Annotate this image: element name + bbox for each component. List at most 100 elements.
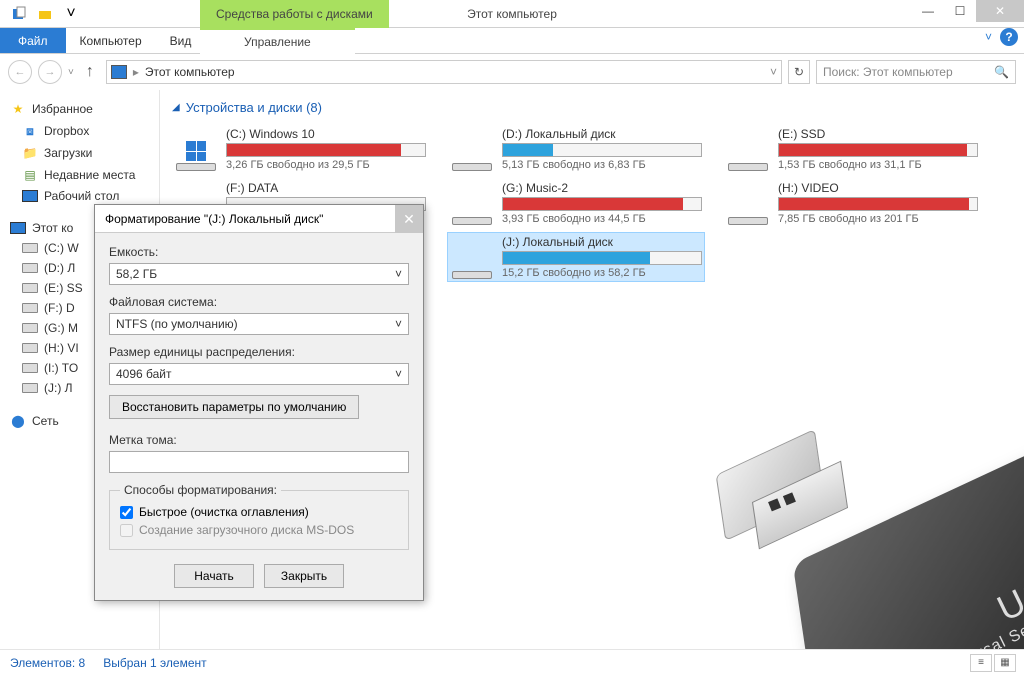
sidebar-recent[interactable]: ▤Недавние места [0,164,159,186]
drive-tile[interactable]: (H:) VIDEO 7,85 ГБ свободно из 201 ГБ [724,179,980,227]
drive-icon [726,181,770,225]
usb-illustration: USB Universal Serial Bus [610,410,1024,650]
qat-dropdown-icon[interactable]: ˅ [60,3,82,25]
window-title: Этот компьютер [467,7,557,21]
address-bar: ← → ˅ ↑ ▸ Этот компьютер ˅ ↻ Поиск: Этот… [0,54,1024,90]
sidebar-dropbox[interactable]: ⧈Dropbox [0,120,159,142]
drive-icon [450,181,494,225]
filesystem-select[interactable]: NTFS (по умолчанию)˅ [109,313,409,335]
tab-manage[interactable]: Управление [200,28,355,54]
drive-name: (G:) Music-2 [502,181,702,195]
address-location: Этот компьютер [145,65,235,79]
allocation-label: Размер единицы распределения: [109,345,409,359]
drive-icon [450,127,494,171]
details-view-button[interactable]: ≡ [970,654,992,672]
start-button[interactable]: Начать [174,564,254,588]
filesystem-label: Файловая система: [109,295,409,309]
title-bar: ˅ Средства работы с дисками Этот компьют… [0,0,1024,28]
dialog-title: Форматирование "(J:) Локальный диск" [105,212,323,226]
sidebar-favorites[interactable]: ★Избранное [0,98,159,120]
up-button[interactable]: ↑ [80,62,100,82]
drive-space-bar [502,197,702,211]
help-icon[interactable]: ? [1000,28,1018,46]
dialog-titlebar[interactable]: Форматирование "(J:) Локальный диск" ✕ [95,205,423,233]
refresh-button[interactable]: ↻ [788,60,810,84]
drive-icon [22,263,38,273]
volume-label-input[interactable] [109,451,409,473]
this-pc-icon [111,65,127,79]
restore-defaults-button[interactable]: Восстановить параметры по умолчанию [109,395,359,419]
minimize-button[interactable]: — [912,0,944,22]
drive-name: (F:) DATA [226,181,426,195]
ribbon-collapse-icon[interactable]: ˅ [985,30,992,44]
drive-tile[interactable]: (D:) Локальный диск5,13 ГБ свободно из 6… [448,125,704,173]
drive-icon [174,127,218,171]
format-dialog: Форматирование "(J:) Локальный диск" ✕ Е… [94,204,424,601]
drive-name: (H:) VIDEO [778,181,978,195]
drive-space-bar [502,143,702,157]
back-button[interactable]: ← [8,60,32,84]
drive-space-text: 3,93 ГБ свободно из 44,5 ГБ [502,213,702,225]
sidebar-desktop[interactable]: Рабочий стол [0,186,159,206]
quick-access-toolbar: ˅ [0,3,82,25]
msdos-boot-checkbox: Создание загрузочного диска MS-DOS [120,523,398,537]
capacity-label: Емкость: [109,245,409,259]
drive-space-text: 7,85 ГБ свободно из 201 ГБ [778,213,978,225]
sidebar-downloads[interactable]: 📁Загрузки [0,142,159,164]
drive-space-bar [778,197,978,211]
capacity-select[interactable]: 58,2 ГБ˅ [109,263,409,285]
close-button[interactable]: ✕ [976,0,1024,22]
tab-view[interactable]: Вид [156,28,206,53]
drive-space-text: 15,2 ГБ свободно из 58,2 ГБ [502,267,702,279]
address-dropdown-icon[interactable]: ˅ [770,65,777,79]
status-selection: Выбран 1 элемент [103,656,206,670]
search-input[interactable]: Поиск: Этот компьютер 🔍 [816,60,1016,84]
window-controls: — ☐ ✕ [912,0,1024,22]
status-bar: Элементов: 8 Выбран 1 элемент ≡ ▦ [0,649,1024,675]
dialog-close-button[interactable]: ✕ [395,205,423,233]
volume-label-label: Метка тома: [109,433,409,447]
properties-icon[interactable] [8,3,30,25]
windows-logo-icon [186,141,206,161]
drive-tools-context-tab[interactable]: Средства работы с дисками [200,0,389,28]
drive-space-bar [226,143,426,157]
drive-space-bar [502,251,702,265]
format-options-group: Способы форматирования: Быстрое (очистка… [109,483,409,550]
drive-icon [22,283,38,293]
drive-tile[interactable]: (E:) SSD1,53 ГБ свободно из 31,1 ГБ [724,125,980,173]
collapse-icon: ◢ [172,102,180,113]
drive-name: (D:) Локальный диск [502,127,702,141]
network-icon: ⬤ [10,413,26,429]
close-dialog-button[interactable]: Закрыть [264,564,344,588]
drive-tile[interactable]: (J:) Локальный диск15,2 ГБ свободно из 5… [448,233,704,281]
new-folder-icon[interactable] [34,3,56,25]
drive-tile[interactable]: (G:) Music-2 3,93 ГБ свободно из 44,5 ГБ [448,179,704,227]
allocation-select[interactable]: 4096 байт˅ [109,363,409,385]
drive-icon [726,127,770,171]
folder-icon: 📁 [22,145,38,161]
maximize-button[interactable]: ☐ [944,0,976,22]
dropbox-icon: ⧈ [22,123,38,139]
forward-button[interactable]: → [38,60,62,84]
drive-name: (E:) SSD [778,127,978,141]
history-dropdown-icon[interactable]: ˅ [68,67,74,78]
devices-group-header[interactable]: ◢ Устройства и диски (8) [172,100,1012,115]
format-options-legend: Способы форматирования: [120,483,281,497]
drive-tile[interactable]: (C:) Windows 103,26 ГБ свободно из 29,5 … [172,125,428,173]
address-input[interactable]: ▸ Этот компьютер ˅ [106,60,782,84]
drive-icon [22,343,38,353]
star-icon: ★ [10,101,26,117]
quick-format-checkbox[interactable]: Быстрое (очистка оглавления) [120,505,398,519]
drive-space-text: 3,26 ГБ свободно из 29,5 ГБ [226,159,426,171]
tab-file[interactable]: Файл [0,28,66,53]
chevron-down-icon: ˅ [395,317,402,331]
tab-computer[interactable]: Компьютер [66,28,156,53]
ribbon-tabs: Файл Компьютер Вид Управление ˅ ? [0,28,1024,54]
drive-icon [22,383,38,393]
this-pc-icon [10,222,26,234]
recent-icon: ▤ [22,167,38,183]
drive-icon [22,303,38,313]
search-icon: 🔍 [994,65,1009,79]
chevron-down-icon: ˅ [395,267,402,281]
tiles-view-button[interactable]: ▦ [994,654,1016,672]
